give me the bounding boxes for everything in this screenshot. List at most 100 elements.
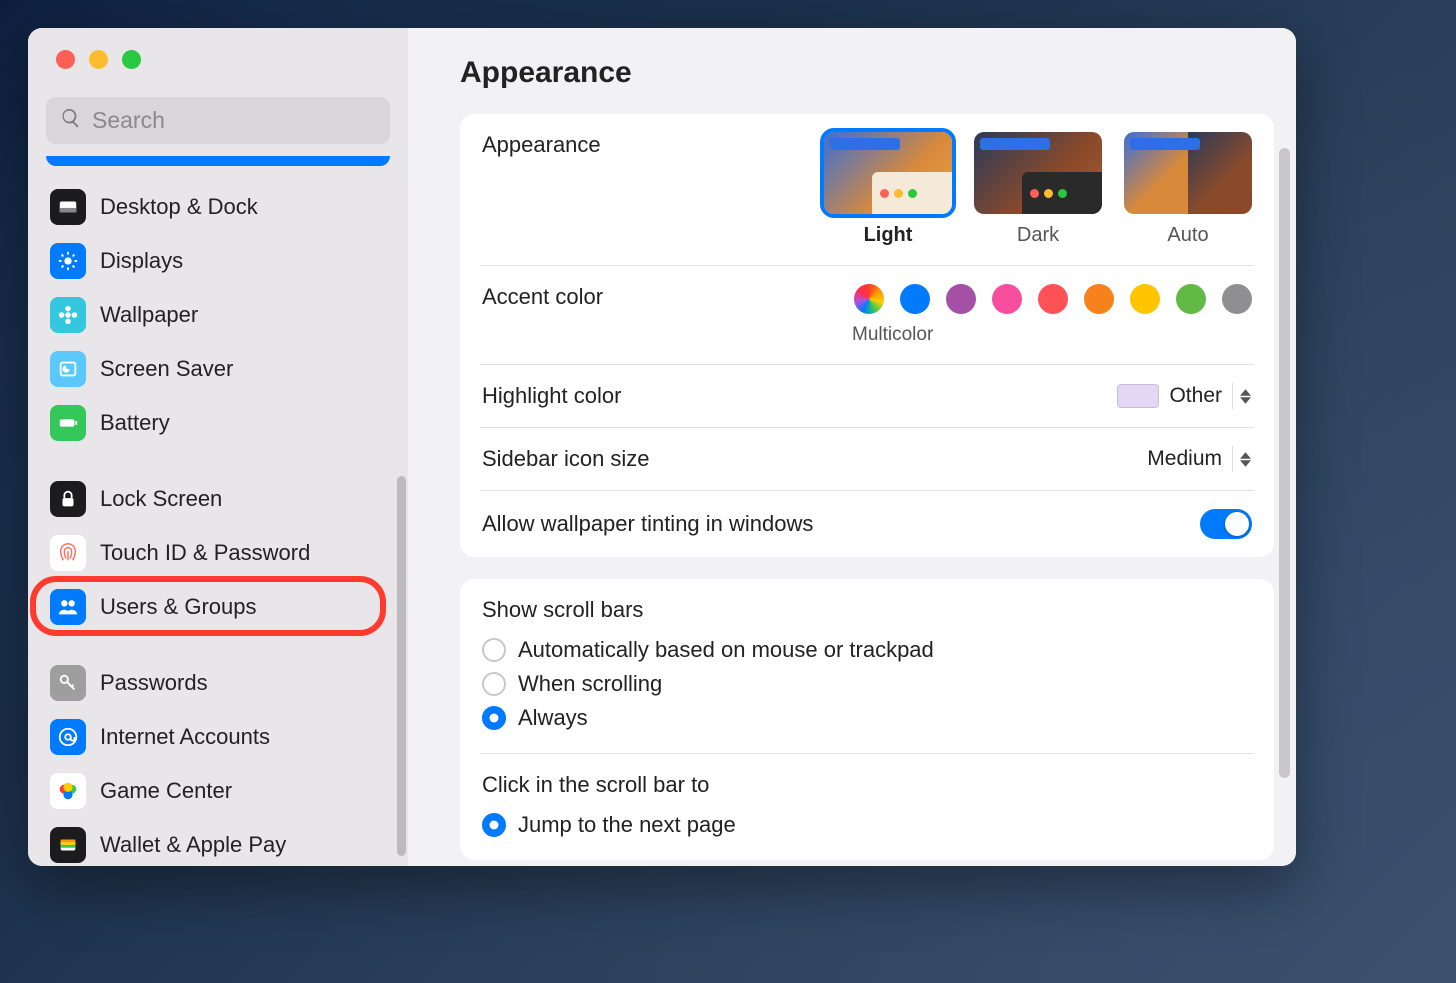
accent-color-f7821b[interactable]	[1084, 284, 1114, 314]
radio-button	[482, 638, 506, 662]
sidebar-item-label: Users & Groups	[100, 594, 257, 620]
fingerprint-icon	[50, 535, 86, 571]
appearance-option-label: Dark	[1017, 224, 1059, 247]
at-icon	[50, 719, 86, 755]
page-title: Appearance	[460, 56, 1274, 90]
main-pane: Appearance Appearance Light Dark Auto Acce…	[408, 28, 1296, 866]
flower-icon	[50, 297, 86, 333]
accent-sublabel: Multicolor	[852, 324, 933, 346]
minimize-window-button[interactable]	[89, 50, 108, 69]
accent-color-ffc600[interactable]	[1130, 284, 1160, 314]
scrollbars-option-0[interactable]: Automatically based on mouse or trackpad	[482, 633, 1252, 667]
sidebar-item-wallpaper[interactable]: Wallpaper	[40, 288, 396, 342]
sidebar-item-game-center[interactable]: Game Center	[40, 764, 396, 818]
scrollclick-option-0[interactable]: Jump to the next page	[482, 808, 1252, 842]
lock-icon	[50, 481, 86, 517]
sidebar-item-passwords[interactable]: Passwords	[40, 656, 396, 710]
highlight-label: Highlight color	[482, 383, 621, 409]
tinting-label: Allow wallpaper tinting in windows	[482, 511, 813, 537]
main-scrollbar[interactable]	[1279, 148, 1290, 778]
sidebar-item-displays[interactable]: Displays	[40, 234, 396, 288]
sidebar-item-internet-accounts[interactable]: Internet Accounts	[40, 710, 396, 764]
sidebar-size-label: Sidebar icon size	[482, 446, 650, 472]
sidebar-item-desktop-dock[interactable]: Desktop & Dock	[40, 180, 396, 234]
chevron-updown-icon	[1232, 383, 1252, 409]
sun-icon	[50, 243, 86, 279]
accent-color-multicolor[interactable]	[854, 284, 884, 314]
sidebar-item-label: Battery	[100, 410, 170, 436]
gamecenter-icon	[50, 773, 86, 809]
sidebar-item-lock-screen[interactable]: Lock Screen	[40, 472, 396, 526]
accent-label: Accent color	[482, 284, 603, 310]
sidebar-item-label: Desktop & Dock	[100, 194, 258, 220]
fullscreen-window-button[interactable]	[122, 50, 141, 69]
tinting-toggle[interactable]	[1200, 509, 1252, 539]
appearance-thumb	[1124, 132, 1252, 214]
radio-button	[482, 813, 506, 837]
scrollbars-option-1[interactable]: When scrolling	[482, 667, 1252, 701]
sidebar-item-label: Displays	[100, 248, 183, 274]
sidebar-item-wallet[interactable]: Wallet & Apple Pay	[40, 818, 396, 866]
scrollbars-group: Show scroll bars Automatically based on …	[480, 579, 1254, 754]
highlight-value: Other	[1169, 384, 1222, 408]
accent-color-62ba46[interactable]	[1176, 284, 1206, 314]
dock-icon	[50, 189, 86, 225]
sidebar-item-label: Touch ID & Password	[100, 540, 310, 566]
sidebar-item-label: Lock Screen	[100, 486, 222, 512]
scrollbars-option-2[interactable]: Always	[482, 701, 1252, 735]
radio-label: Always	[518, 705, 588, 731]
sidebar-item-partial[interactable]	[46, 156, 390, 166]
appearance-option-label: Light	[864, 224, 913, 247]
chevron-updown-icon	[1232, 446, 1252, 472]
radio-button	[482, 672, 506, 696]
appearance-option-auto[interactable]: Auto	[1124, 132, 1252, 247]
radio-label: Automatically based on mouse or trackpad	[518, 637, 934, 663]
sidebar-size-select[interactable]: Medium	[1147, 446, 1252, 472]
radio-label: When scrolling	[518, 671, 662, 697]
search-field[interactable]	[46, 97, 390, 144]
appearance-options: Light Dark Auto	[824, 132, 1252, 247]
sidebar: Desktop & Dock Displays Wallpaper Screen Sa…	[28, 28, 408, 866]
radio-label: Jump to the next page	[518, 812, 736, 838]
scrollbars-label: Show scroll bars	[482, 597, 1252, 623]
accent-color-007aff[interactable]	[900, 284, 930, 314]
radio-button	[482, 706, 506, 730]
sidebar-list: Desktop & Dock Displays Wallpaper Screen Sa…	[28, 156, 408, 866]
battery-icon	[50, 405, 86, 441]
sidebar-scrollbar[interactable]	[397, 476, 406, 856]
settings-window: Desktop & Dock Displays Wallpaper Screen Sa…	[28, 28, 1296, 866]
scrollclick-label: Click in the scroll bar to	[482, 772, 1252, 798]
appearance-option-light[interactable]: Light	[824, 132, 952, 247]
search-icon	[60, 107, 82, 134]
appearance-option-dark[interactable]: Dark	[974, 132, 1102, 247]
sidebar-item-label: Wallet & Apple Pay	[100, 832, 286, 858]
sidebar-item-label: Passwords	[100, 670, 208, 696]
sidebar-item-touch-id[interactable]: Touch ID & Password	[40, 526, 396, 580]
sidebar-size-value: Medium	[1147, 447, 1222, 471]
accent-color-8e8e93[interactable]	[1222, 284, 1252, 314]
appearance-thumb	[824, 132, 952, 214]
people-icon	[50, 589, 86, 625]
traffic-lights	[28, 28, 408, 69]
moon-icon	[50, 351, 86, 387]
sidebar-item-battery[interactable]: Battery	[40, 396, 396, 450]
sidebar-item-label: Game Center	[100, 778, 232, 804]
close-window-button[interactable]	[56, 50, 75, 69]
sidebar-item-users-groups[interactable]: Users & Groups	[40, 580, 396, 634]
appearance-option-label: Auto	[1167, 224, 1208, 247]
accent-color-a550a7[interactable]	[946, 284, 976, 314]
accent-color-ff5257[interactable]	[1038, 284, 1068, 314]
sidebar-item-label: Screen Saver	[100, 356, 233, 382]
search-input[interactable]	[92, 107, 376, 134]
sidebar-item-label: Wallpaper	[100, 302, 198, 328]
accent-color-f74f9e[interactable]	[992, 284, 1022, 314]
wallet-icon	[50, 827, 86, 863]
sidebar-item-label: Internet Accounts	[100, 724, 270, 750]
highlight-color-select[interactable]: Other	[1117, 383, 1252, 409]
appearance-label: Appearance	[482, 132, 601, 158]
scroll-panel: Show scroll bars Automatically based on …	[460, 579, 1274, 860]
sidebar-item-screen-saver[interactable]: Screen Saver	[40, 342, 396, 396]
appearance-panel: Appearance Light Dark Auto Accent color Mu…	[460, 114, 1274, 557]
highlight-swatch	[1117, 384, 1159, 408]
key-icon	[50, 665, 86, 701]
